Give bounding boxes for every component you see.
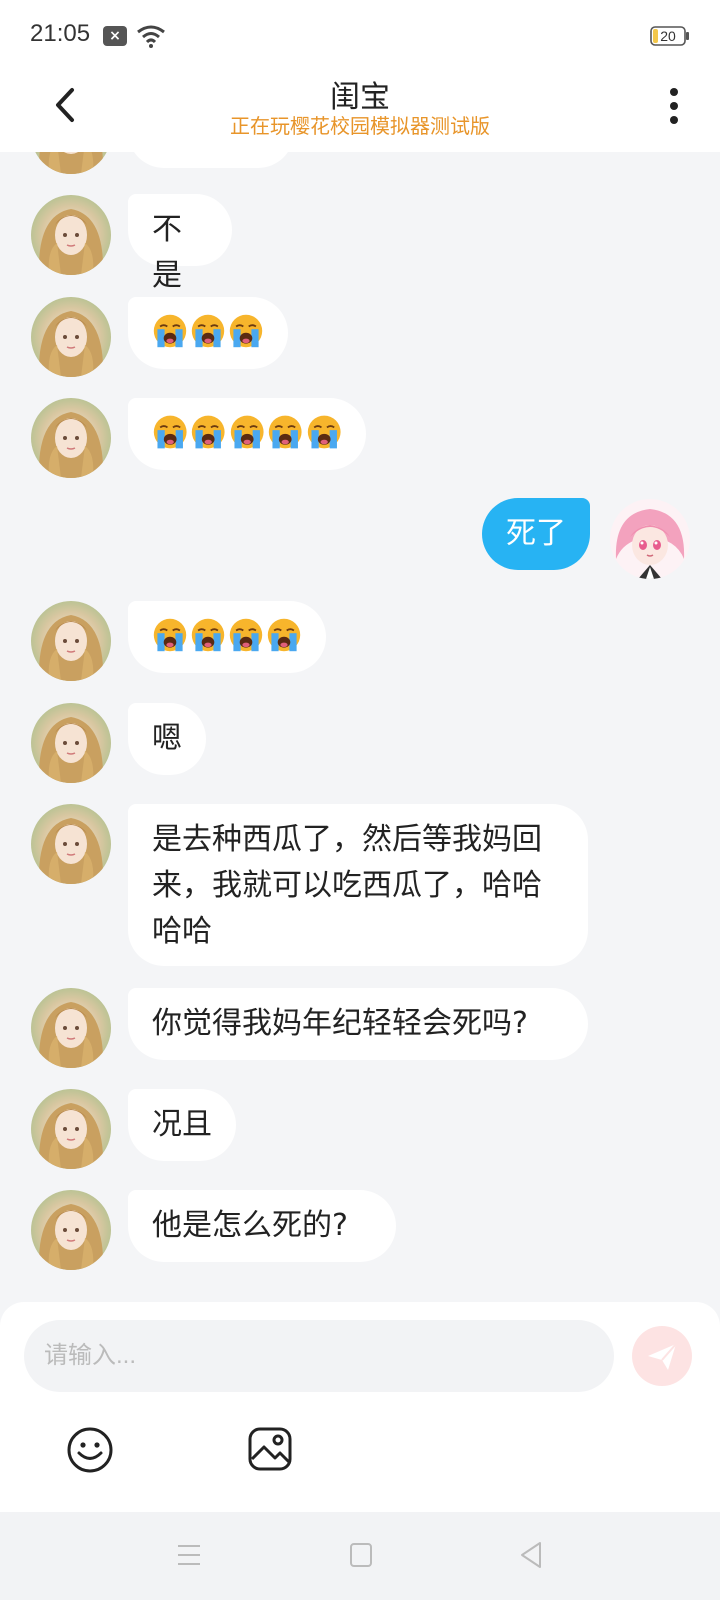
home-icon[interactable] xyxy=(349,1542,373,1568)
crying-face-icon xyxy=(306,413,342,451)
avatar[interactable] xyxy=(31,195,111,275)
wifi-icon xyxy=(137,25,165,48)
message-bubble[interactable]: 是去种西瓜了，然后等我妈回 来，我就可以吃西瓜了，哈哈 哈哈 xyxy=(128,804,588,966)
message-input[interactable] xyxy=(24,1320,614,1392)
back-triangle-icon[interactable] xyxy=(518,1540,544,1570)
message-list[interactable]: 不是 死了 嗯 是去种西瓜了，然后等我妈回 来，我就可以吃西瓜了，哈哈 哈哈 你… xyxy=(0,152,720,1302)
send-icon xyxy=(648,1343,677,1370)
message-bubble[interactable]: 他是怎么死的? xyxy=(128,1190,396,1262)
crying-face-icon xyxy=(229,413,265,451)
crying-face-icon xyxy=(152,413,188,451)
image-icon[interactable] xyxy=(247,1426,293,1472)
message-bubble[interactable] xyxy=(128,297,288,369)
message-line: 哈哈 xyxy=(152,914,212,949)
crying-face-icon xyxy=(228,312,264,350)
avatar[interactable] xyxy=(31,988,111,1068)
avatar[interactable] xyxy=(31,601,111,681)
avatar[interactable] xyxy=(31,152,111,174)
input-panel xyxy=(0,1302,720,1512)
battery-level: 20 xyxy=(660,28,676,44)
status-time: 21:05 xyxy=(30,20,91,47)
crying-face-icon xyxy=(190,312,226,350)
avatar[interactable] xyxy=(31,804,111,884)
message-bubble[interactable]: 嗯 xyxy=(128,703,206,775)
message-bubble[interactable]: 你觉得我妈年纪轻轻会死吗? xyxy=(128,988,588,1060)
smiley-icon[interactable] xyxy=(66,1426,114,1474)
chat-header: 闺宝 正在玩樱花校园模拟器测试版 xyxy=(0,70,720,152)
crying-face-icon xyxy=(190,616,226,654)
menu-icon[interactable] xyxy=(176,1542,202,1568)
message-bubble[interactable]: 况且 xyxy=(128,1089,236,1161)
message-bubble[interactable] xyxy=(128,398,366,470)
avatar[interactable] xyxy=(31,1190,111,1270)
avatar[interactable] xyxy=(31,703,111,783)
crying-face-icon xyxy=(152,312,188,350)
system-nav-bar xyxy=(0,1512,720,1600)
message-line: 是去种西瓜了，然后等我妈回 xyxy=(152,822,542,857)
message-line: 来，我就可以吃西瓜了，哈哈 xyxy=(152,868,542,903)
avatar[interactable] xyxy=(31,1089,111,1169)
message-bubble[interactable] xyxy=(128,601,326,673)
avatar[interactable] xyxy=(31,398,111,478)
notification-icon: × xyxy=(103,26,127,46)
message-bubble[interactable]: 不是 xyxy=(128,194,232,293)
more-vert-icon[interactable] xyxy=(664,84,684,128)
crying-face-icon xyxy=(228,616,264,654)
send-button[interactable] xyxy=(632,1326,692,1386)
crying-face-icon xyxy=(267,413,303,451)
crying-face-icon xyxy=(190,413,226,451)
crying-face-icon xyxy=(152,616,188,654)
my-avatar[interactable] xyxy=(610,499,690,579)
message-bubble[interactable]: 死了 xyxy=(482,498,590,570)
avatar[interactable] xyxy=(31,297,111,377)
status-bar: 21:05 × 20 xyxy=(0,0,720,70)
crying-face-icon xyxy=(266,616,302,654)
chat-subtitle: 正在玩樱花校园模拟器测试版 xyxy=(230,114,490,138)
